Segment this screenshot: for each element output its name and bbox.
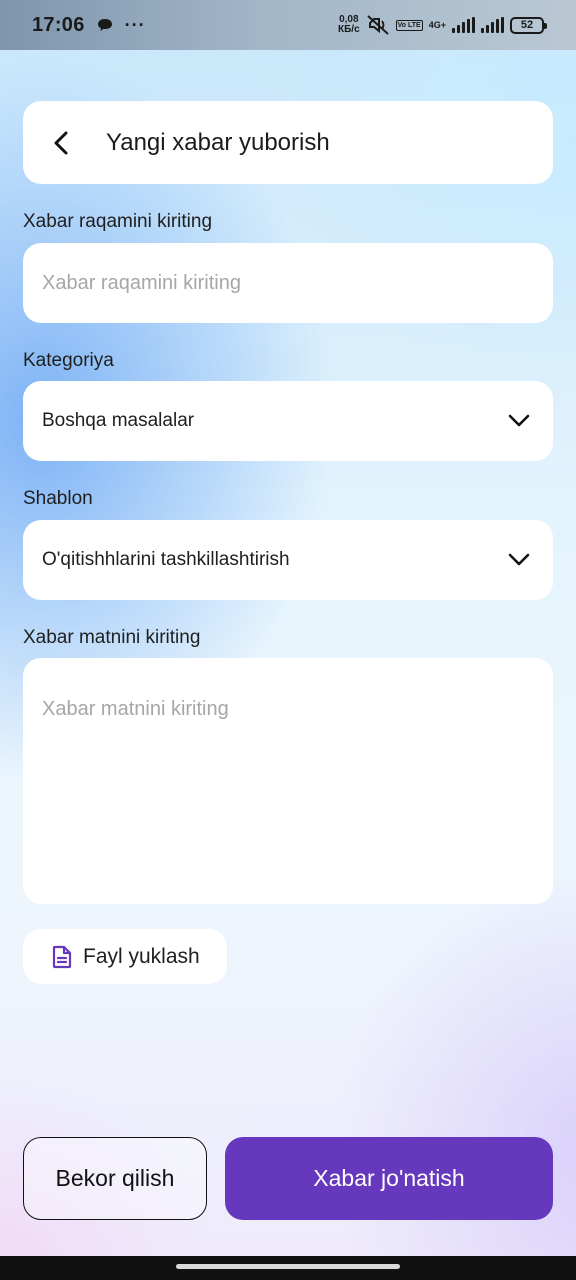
header-card: Yangi xabar yuborish — [23, 101, 553, 184]
home-indicator[interactable] — [176, 1264, 400, 1269]
system-nav-bar — [0, 1256, 576, 1280]
volte-badge: Vo LTE — [395, 19, 423, 31]
chevron-left-icon — [54, 131, 68, 154]
signal-bars-icon — [452, 17, 475, 33]
status-left: 17:06 ··· — [32, 14, 146, 37]
chevron-down-icon — [508, 414, 530, 427]
message-text-label: Xabar matnini kiriting — [23, 627, 201, 648]
category-select[interactable]: Boshqa masalalar — [23, 381, 553, 461]
template-select[interactable]: O'qitishhlarini tashkillashtirish — [23, 520, 553, 600]
status-bar: 17:06 ··· 0,08 КБ/с Vo LTE 4G+ 52 — [0, 0, 576, 50]
chat-bubble-icon — [97, 19, 112, 31]
battery-level: 52 — [520, 19, 534, 31]
message-text-input[interactable] — [23, 658, 553, 904]
message-number-label: Xabar raqamini kiriting — [23, 211, 213, 232]
network-speed-unit: КБ/с — [338, 24, 360, 35]
category-value: Boshqa masalalar — [42, 410, 195, 431]
battery-icon: 52 — [510, 16, 547, 34]
chevron-down-icon — [508, 553, 530, 566]
cancel-button[interactable]: Bekor qilish — [23, 1137, 207, 1220]
network-speed: 0,08 КБ/с — [338, 15, 360, 35]
message-number-input[interactable] — [23, 243, 553, 323]
more-notifications-icon: ··· — [124, 14, 146, 35]
signal-bars-icon-2 — [481, 17, 504, 33]
page-title: Yangi xabar yuborish — [106, 128, 330, 156]
document-icon — [52, 945, 72, 968]
muted-icon — [366, 15, 389, 35]
network-type: 4G+ — [428, 19, 446, 30]
file-upload-button[interactable]: Fayl yuklash — [23, 929, 227, 984]
category-label: Kategoriya — [23, 350, 114, 371]
file-upload-label: Fayl yuklash — [83, 944, 200, 968]
template-value: O'qitishhlarini tashkillashtirish — [42, 549, 290, 570]
send-message-button[interactable]: Xabar jo'natish — [225, 1137, 553, 1220]
template-label: Shablon — [23, 488, 93, 509]
back-button[interactable] — [53, 113, 113, 173]
status-time: 17:06 — [32, 13, 85, 36]
status-right: 0,08 КБ/с Vo LTE 4G+ 52 — [338, 15, 547, 35]
